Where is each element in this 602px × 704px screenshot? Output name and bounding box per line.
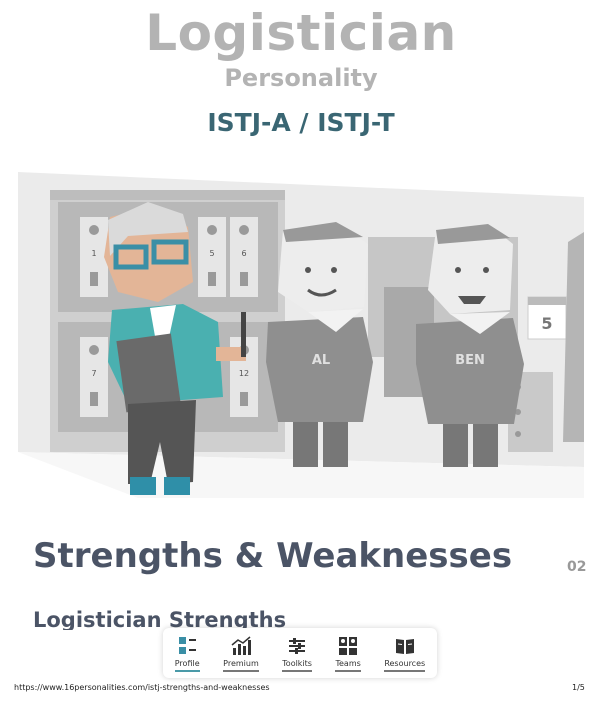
subsection-title: Logistician Strengths: [33, 608, 287, 630]
nav-item-toolkits[interactable]: Toolkits: [282, 636, 312, 672]
logistician-illustration: 1 5 6 7 12 5 AL BEN: [18, 172, 584, 498]
al-label: AL: [312, 353, 330, 368]
page-url: https://www.16personalities.com/istj-str…: [14, 683, 270, 692]
nav-label: Teams: [335, 659, 361, 672]
page-counter: 1/5: [572, 683, 585, 692]
ben-label: BEN: [455, 353, 485, 368]
page-title: Logistician: [145, 4, 457, 62]
locker-label: 7: [91, 369, 96, 378]
personality-types: ISTJ-A / ISTJ-T: [207, 108, 395, 137]
chart-icon: [231, 636, 251, 655]
nav-label: Profile: [174, 659, 200, 672]
nav-item-teams[interactable]: Teams: [335, 636, 361, 672]
book-icon: [395, 639, 414, 654]
teams-icon: [339, 637, 358, 655]
nav-item-resources[interactable]: Resources: [384, 636, 426, 672]
section-title: Strengths & Weaknesses: [33, 536, 513, 576]
locker-label: 5: [209, 249, 214, 258]
locker-label: 1: [91, 249, 96, 258]
nav-item-premium[interactable]: Premium: [223, 636, 259, 672]
nav-label: Premium: [223, 659, 259, 672]
bottom-navigation: Profile Premium Toolkits Teams Resources: [163, 628, 437, 678]
sliders-icon: [289, 638, 306, 654]
calendar-number: 5: [541, 314, 552, 333]
nav-label: Resources: [384, 659, 426, 672]
locker-label: 12: [239, 369, 249, 378]
section-number: 02: [567, 559, 587, 575]
profile-icon: [179, 637, 197, 654]
locker-label: 6: [241, 249, 246, 258]
nav-label: Toolkits: [282, 659, 312, 672]
page-subtitle: Personality: [224, 64, 378, 92]
nav-item-profile[interactable]: Profile: [174, 636, 200, 672]
